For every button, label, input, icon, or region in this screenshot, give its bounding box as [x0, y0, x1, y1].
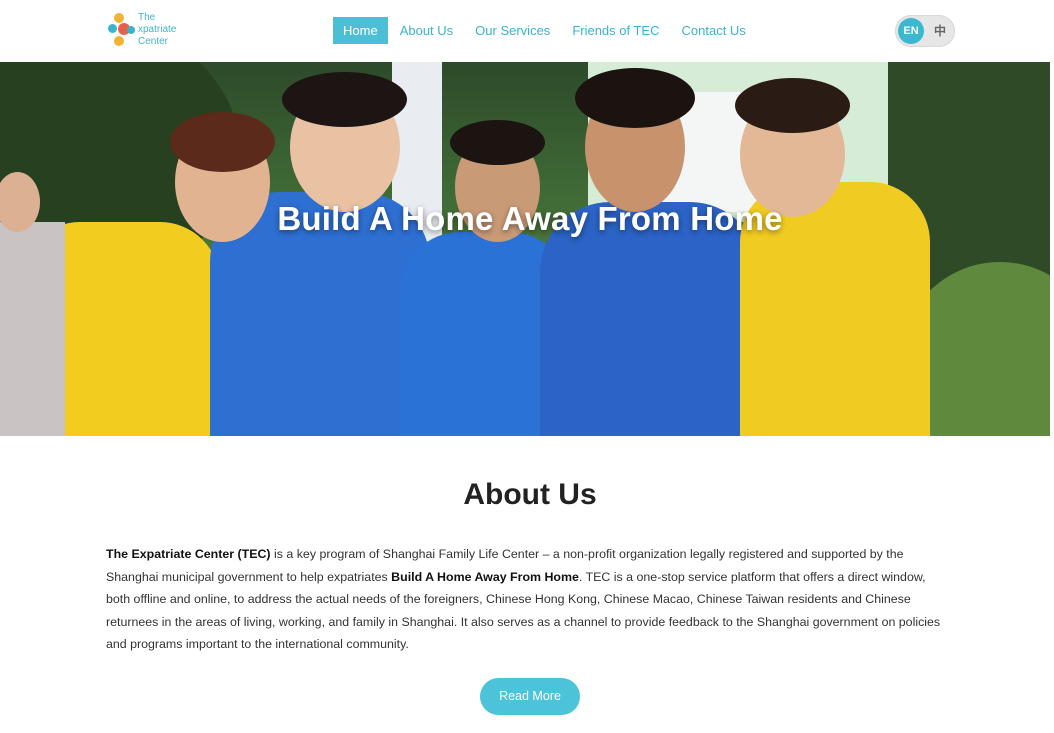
- about-org-name: The Expatriate Center (TEC): [106, 547, 271, 561]
- hero-banner: Build A Home Away From Home: [0, 62, 1050, 436]
- logo-line-1: The: [138, 12, 156, 23]
- nav-item-friends-of-tec[interactable]: Friends of TEC: [562, 17, 669, 44]
- lang-en-button[interactable]: EN: [898, 18, 924, 44]
- about-slogan: Build A Home Away From Home: [391, 569, 579, 584]
- nav-item-home[interactable]: Home: [333, 17, 388, 44]
- nav-item-contact-us[interactable]: Contact Us: [672, 17, 756, 44]
- logo[interactable]: The xpatriate Center: [108, 10, 198, 50]
- logo-line-2: xpatriate: [138, 24, 177, 35]
- hero-title: Build A Home Away From Home: [277, 200, 783, 237]
- about-title: About Us: [463, 478, 597, 511]
- about-paragraph: The Expatriate Center (TEC) is a key pro…: [106, 543, 946, 656]
- lang-zh-button[interactable]: 中: [927, 18, 953, 44]
- logo-line-3: Center: [138, 36, 169, 47]
- site-header: The xpatriate Center Home About Us Our S…: [0, 0, 1054, 62]
- hero-photo: [0, 62, 1050, 436]
- nav-item-about-us[interactable]: About Us: [390, 17, 463, 44]
- language-toggle[interactable]: EN 中: [895, 15, 955, 47]
- main-nav: Home About Us Our Services Friends of TE…: [333, 17, 758, 44]
- read-more-button[interactable]: Read More: [480, 678, 580, 715]
- logo-text: The xpatriate Center: [138, 12, 176, 48]
- logo-icon: [108, 11, 136, 49]
- nav-item-our-services[interactable]: Our Services: [465, 17, 560, 44]
